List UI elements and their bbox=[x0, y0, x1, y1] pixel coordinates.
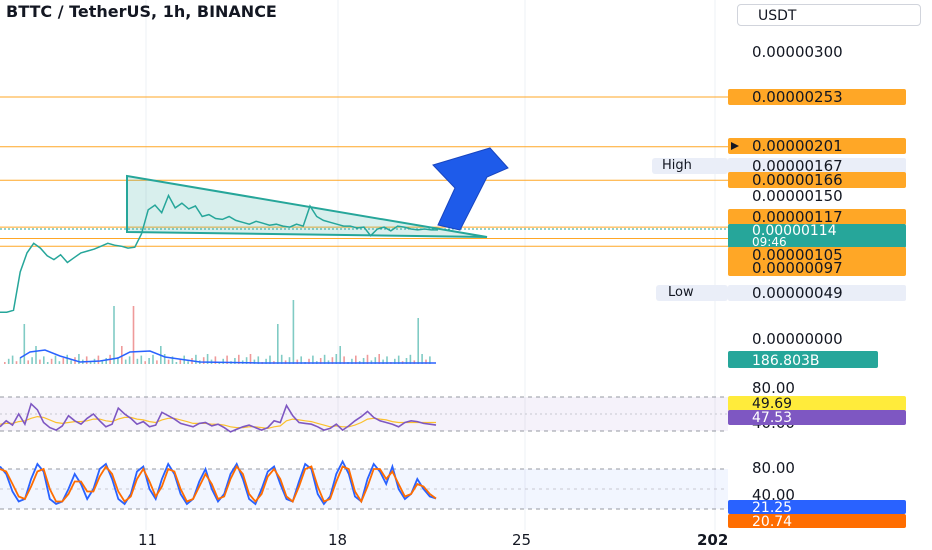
volume-bar bbox=[128, 356, 131, 364]
volume-bar bbox=[46, 362, 49, 364]
volume-bar bbox=[31, 357, 33, 364]
volume-bar bbox=[144, 361, 146, 364]
volume-bar bbox=[89, 362, 92, 364]
volume-bar bbox=[148, 358, 150, 364]
volume-bar bbox=[97, 355, 100, 364]
volume-bar bbox=[7, 358, 10, 364]
volume-bar bbox=[27, 360, 29, 364]
volume-bar bbox=[54, 355, 57, 364]
volume-bar bbox=[101, 361, 104, 364]
x-tick-202: 202 bbox=[697, 531, 728, 549]
volume-bar bbox=[50, 358, 53, 364]
chart-title: BTTC / TetherUS, 1h, BINANCE bbox=[6, 2, 277, 21]
volume-bar bbox=[85, 356, 88, 364]
volume-bars bbox=[4, 300, 431, 364]
label-volume: 186.803B bbox=[752, 353, 820, 369]
volume-bar bbox=[15, 361, 18, 364]
volume-bar bbox=[175, 362, 178, 364]
volume-bar bbox=[152, 354, 154, 364]
label-level-253: 0.00000253 bbox=[752, 88, 843, 106]
volume-bar bbox=[292, 300, 295, 364]
y-tick-150: 0.00000150 bbox=[752, 187, 843, 205]
label-rsi: 47.53 bbox=[752, 410, 792, 426]
label-low-value: 0.00000049 bbox=[752, 284, 843, 302]
y-tick-000: 0.00000000 bbox=[752, 330, 843, 348]
volume-bar bbox=[66, 354, 68, 364]
volume-bar bbox=[113, 306, 115, 364]
label-level-166: 0.00000166 bbox=[752, 171, 843, 189]
x-tick-25: 25 bbox=[512, 531, 531, 549]
label-level-201: 0.00000201 bbox=[752, 137, 843, 155]
volume-bar bbox=[105, 358, 107, 364]
volume-bar bbox=[132, 306, 135, 364]
volume-bar bbox=[124, 359, 127, 364]
volume-bar bbox=[19, 358, 22, 364]
volume-bar bbox=[62, 358, 65, 364]
volume-bar bbox=[11, 355, 14, 364]
volume-bar bbox=[23, 324, 26, 364]
up-arrow bbox=[432, 147, 509, 231]
triangle-pattern bbox=[126, 174, 488, 238]
volume-bar bbox=[222, 358, 224, 364]
volume-bar bbox=[277, 324, 279, 364]
volume-bar bbox=[70, 360, 72, 364]
rsi-tick-80: 80.00 bbox=[752, 379, 795, 397]
x-tick-18: 18 bbox=[328, 531, 347, 549]
volume-bar bbox=[167, 359, 170, 364]
volume-bar bbox=[195, 354, 197, 364]
label-low-text: Low bbox=[656, 285, 728, 301]
volume-bar bbox=[43, 356, 45, 364]
label-stoch-d: 20.74 bbox=[752, 514, 792, 530]
volume-bar bbox=[202, 357, 205, 364]
volume-bar bbox=[140, 355, 143, 364]
volume-bar bbox=[39, 359, 41, 364]
y-tick-300: 0.00000300 bbox=[752, 43, 843, 61]
volume-bar bbox=[339, 346, 341, 364]
label-level-097: 0.00000097 bbox=[752, 259, 843, 277]
x-tick-11: 11 bbox=[138, 531, 157, 549]
volume-bar bbox=[35, 346, 37, 364]
trading-chart[interactable]: 0.00000300 0.00000150 0.00000000 0.00000… bbox=[0, 0, 932, 550]
volume-bar bbox=[136, 358, 139, 364]
volume-bar bbox=[163, 354, 166, 364]
volume-bar bbox=[187, 361, 189, 364]
volume-bar bbox=[58, 361, 61, 364]
stoch-tick-80: 80.00 bbox=[752, 459, 795, 477]
volume-bar bbox=[156, 360, 158, 364]
label-high-text: High bbox=[652, 158, 728, 174]
volume-bar bbox=[417, 318, 419, 364]
volume-bar bbox=[4, 362, 6, 364]
currency-selector[interactable]: USDT bbox=[737, 4, 921, 26]
